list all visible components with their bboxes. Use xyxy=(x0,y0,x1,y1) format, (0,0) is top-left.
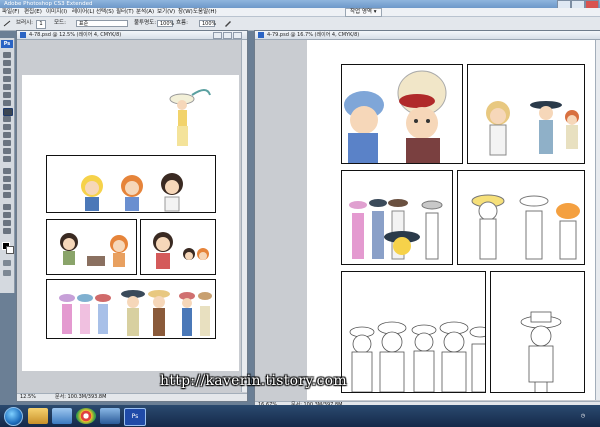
vertical-scrollbar-right[interactable] xyxy=(595,40,600,400)
quick-mask-icon[interactable] xyxy=(3,260,11,266)
system-tray[interactable]: ◷ xyxy=(566,405,600,427)
document-title-left: 4-78.psd @ 12.5% (레이어 4, CMYK/8) xyxy=(29,32,122,38)
comic-panel-2 xyxy=(46,219,137,275)
watermark-url: http://kaverin.tistory.com xyxy=(160,373,347,389)
magic-wand-tool-icon[interactable] xyxy=(3,76,11,82)
menu-file[interactable]: 파일(F) xyxy=(2,8,20,16)
document-title-right: 4-79.psd @ 16.7% (레이어 4, CMYK/8) xyxy=(267,32,360,38)
app-title-bar: Adobe Photoshop CS3 Extended xyxy=(0,0,600,9)
chrome-icon[interactable] xyxy=(76,408,96,424)
document-icon xyxy=(258,32,264,38)
clone-stamp-tool-icon[interactable] xyxy=(3,116,11,122)
app-title: Adobe Photoshop CS3 Extended xyxy=(4,1,93,7)
windows-app-icon[interactable] xyxy=(100,408,120,424)
comic-panel-right-6 xyxy=(490,271,585,393)
document-window-right[interactable]: 4-79.psd @ 16.7% (레이어 4, CMYK/8) xyxy=(254,30,600,410)
menu-image[interactable]: 이미지(I) xyxy=(46,8,67,16)
vertical-scrollbar-left[interactable] xyxy=(241,40,247,392)
eyedropper-tool-icon[interactable] xyxy=(3,212,11,218)
comic-panel-1 xyxy=(46,155,216,213)
document-tab-left[interactable]: 4-78.psd @ 12.5% (레이어 4, CMYK/8) xyxy=(17,31,247,40)
background-color-swatch[interactable] xyxy=(6,246,14,254)
marquee-tool-icon[interactable] xyxy=(3,60,11,66)
hand-tool-icon[interactable] xyxy=(3,220,11,226)
notes-tool-icon[interactable] xyxy=(3,204,11,210)
start-button[interactable] xyxy=(4,407,23,426)
document-icon xyxy=(20,32,26,38)
doc-minimize-button[interactable] xyxy=(213,32,222,39)
menu-window[interactable]: 창(W) xyxy=(178,8,193,16)
airbrush-icon[interactable] xyxy=(224,20,232,27)
document-size-left: 문서: 100.3M/393.8M xyxy=(55,394,107,400)
healing-brush-tool-icon[interactable] xyxy=(3,100,11,106)
menu-analysis[interactable]: 분석(A) xyxy=(136,8,154,16)
zoom-tool-icon[interactable] xyxy=(3,228,11,234)
crop-tool-icon[interactable] xyxy=(3,84,11,90)
options-bar: 브러시: 1 모드: 표준 불투명도: 100% 흐름: 100% xyxy=(0,17,600,31)
doc-close-button[interactable] xyxy=(233,32,242,39)
zoom-level-left[interactable]: 12.5% xyxy=(20,394,36,401)
media-player-icon[interactable] xyxy=(52,408,72,424)
path-selection-tool-icon[interactable] xyxy=(3,184,11,190)
flow-field[interactable]: 100% xyxy=(199,20,216,27)
tools-panel: Ps xyxy=(0,38,15,293)
menu-view[interactable]: 보기(V) xyxy=(157,8,175,16)
dodge-tool-icon[interactable] xyxy=(3,156,11,162)
status-bar-left: 12.5% 문서: 100.3M/393.8M xyxy=(17,393,247,401)
brush-tool-preset-icon[interactable] xyxy=(3,20,11,27)
comic-panel-3 xyxy=(140,219,216,275)
pen-tool-icon[interactable] xyxy=(3,168,11,174)
comic-panel-right-2 xyxy=(467,64,585,164)
clock-icon: ◷ xyxy=(580,413,586,419)
comic-panel-right-3 xyxy=(341,170,453,265)
mode-label: 모드: xyxy=(54,20,66,26)
menu-filter[interactable]: 필터(T) xyxy=(116,8,134,16)
comic-panel-right-1 xyxy=(341,64,463,164)
brush-label: 브러시: xyxy=(16,20,34,26)
file-explorer-icon[interactable] xyxy=(28,408,48,424)
history-brush-tool-icon[interactable] xyxy=(3,124,11,130)
menu-select[interactable]: 선택(S) xyxy=(96,8,114,16)
mode-select[interactable]: 표준 xyxy=(76,20,128,27)
workspace-menu[interactable]: 작업 영역 ▾ xyxy=(345,8,382,17)
brush-tool-icon[interactable] xyxy=(3,108,13,116)
comic-panel-4 xyxy=(46,279,216,339)
move-tool-icon[interactable] xyxy=(3,52,11,58)
manga-page-right xyxy=(307,40,599,400)
type-tool-icon[interactable] xyxy=(3,176,11,182)
blur-tool-icon[interactable] xyxy=(3,148,11,154)
flow-label: 흐름: xyxy=(176,20,188,26)
opacity-field[interactable]: 100% xyxy=(157,20,174,27)
photoshop-logo: Ps xyxy=(1,40,13,48)
document-tab-right[interactable]: 4-79.psd @ 16.7% (레이어 4, CMYK/8) xyxy=(255,31,600,40)
slice-tool-icon[interactable] xyxy=(3,92,11,98)
eraser-tool-icon[interactable] xyxy=(3,132,11,138)
lady-with-parasol-illustration xyxy=(169,89,211,146)
menu-help[interactable]: 도움말(H) xyxy=(193,8,217,16)
comic-panel-right-4 xyxy=(457,170,585,265)
menu-edit[interactable]: 편집(E) xyxy=(24,8,42,16)
menu-layer[interactable]: 레이어(L) xyxy=(72,8,95,16)
photoshop-taskbar-icon[interactable]: Ps xyxy=(124,408,146,426)
screen-mode-icon[interactable] xyxy=(3,270,11,276)
menu-bar: 파일(F) 편집(E) 이미지(I) 레이어(L) 선택(S) 필터(T) 분석… xyxy=(0,8,600,17)
comic-panel-right-5 xyxy=(341,271,486,393)
lasso-tool-icon[interactable] xyxy=(3,68,11,74)
brush-size-picker[interactable]: 1 xyxy=(36,20,46,29)
doc-maximize-button[interactable] xyxy=(223,32,232,39)
manga-page-left xyxy=(22,75,239,371)
opacity-label: 불투명도: xyxy=(134,20,157,26)
document-window-left[interactable]: 4-78.psd @ 12.5% (레이어 4, CMYK/8) 12.5% 문… xyxy=(16,30,248,402)
shape-tool-icon[interactable] xyxy=(3,192,11,198)
gradient-tool-icon[interactable] xyxy=(3,140,11,146)
